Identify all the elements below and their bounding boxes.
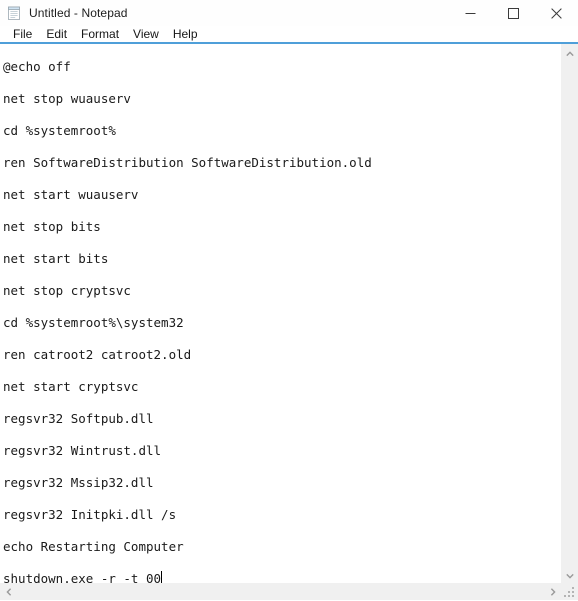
horizontal-scrollbar[interactable] — [0, 583, 578, 600]
code-line: net start bits — [3, 243, 561, 275]
code-line: net stop wuauserv — [3, 83, 561, 115]
menu-bar: File Edit Format View Help — [0, 26, 578, 42]
code-line: @echo off — [3, 51, 561, 83]
chevron-left-icon — [6, 583, 12, 601]
maximize-button[interactable] — [492, 0, 535, 26]
code-line: net start wuauserv — [3, 179, 561, 211]
code-line: ren catroot2 catroot2.old — [3, 339, 561, 371]
code-line: regsvr32 Mssip32.dll — [3, 467, 561, 499]
text-editor[interactable]: @echo off net stop wuauserv cd %systemro… — [0, 44, 561, 583]
code-line: cd %systemroot% — [3, 115, 561, 147]
window-title: Untitled - Notepad — [29, 6, 128, 20]
scroll-left-button[interactable] — [0, 583, 17, 600]
code-line: net stop cryptsvc — [3, 275, 561, 307]
menu-item-help[interactable]: Help — [166, 26, 205, 42]
code-line: cd %systemroot%\system32 — [3, 307, 561, 339]
code-line: regsvr32 Softpub.dll — [3, 403, 561, 435]
window-controls — [449, 0, 578, 26]
title-bar-left: Untitled - Notepad — [0, 6, 449, 21]
editor-region: @echo off net stop wuauserv cd %systemro… — [0, 44, 578, 583]
menu-item-view[interactable]: View — [126, 26, 166, 42]
code-line: regsvr32 Wintrust.dll — [3, 435, 561, 467]
code-line: net start cryptsvc — [3, 371, 561, 403]
scroll-up-button[interactable] — [561, 44, 578, 61]
code-line: regsvr32 Initpki.dll /s — [3, 499, 561, 531]
code-line: net stop bits — [3, 211, 561, 243]
code-line-text: shutdown.exe -r -t 00 — [3, 571, 161, 583]
code-line: echo Restarting Computer — [3, 531, 561, 563]
vertical-scrollbar[interactable] — [561, 44, 578, 583]
horizontal-scrollbar-track[interactable] — [17, 583, 544, 600]
scroll-down-button[interactable] — [561, 566, 578, 583]
close-button[interactable] — [535, 0, 578, 26]
menu-item-edit[interactable]: Edit — [39, 26, 74, 42]
menu-item-format[interactable]: Format — [74, 26, 126, 42]
text-caret — [161, 571, 162, 583]
scroll-right-button[interactable] — [544, 583, 561, 600]
close-icon — [551, 8, 562, 19]
resize-grip-icon[interactable] — [561, 583, 578, 600]
maximize-icon — [508, 8, 519, 19]
minimize-icon — [465, 8, 476, 19]
chevron-up-icon — [566, 44, 574, 62]
chevron-down-icon — [566, 566, 574, 584]
menu-item-file[interactable]: File — [6, 26, 39, 42]
notepad-icon — [7, 6, 22, 21]
code-line: ren SoftwareDistribution SoftwareDistrib… — [3, 147, 561, 179]
chevron-right-icon — [550, 583, 556, 601]
title-bar: Untitled - Notepad — [0, 0, 578, 26]
code-line-with-caret: shutdown.exe -r -t 00 — [3, 563, 561, 583]
notepad-window: Untitled - Notepad — [0, 0, 578, 600]
minimize-button[interactable] — [449, 0, 492, 26]
